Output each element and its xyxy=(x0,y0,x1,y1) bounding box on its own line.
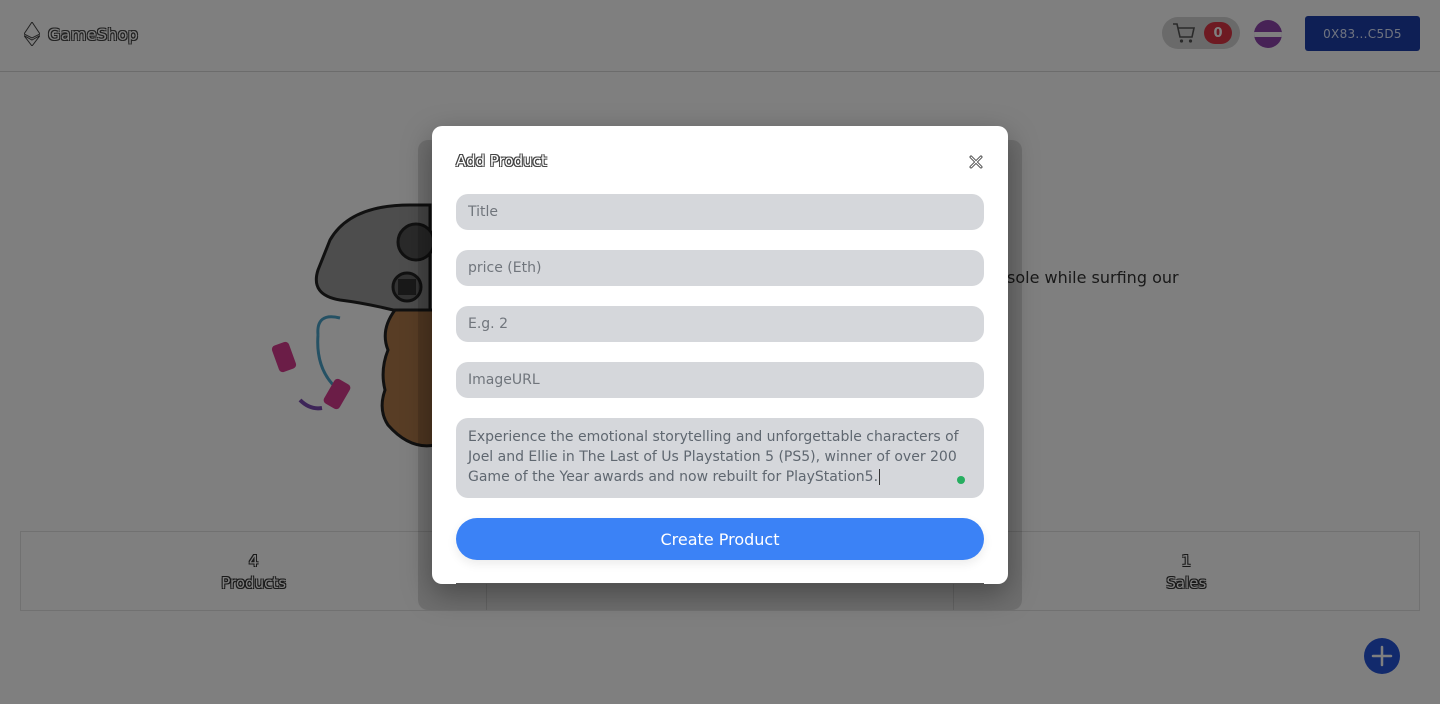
title-input[interactable] xyxy=(456,194,984,230)
description-textarea[interactable]: Experience the emotional storytelling an… xyxy=(456,418,984,498)
create-product-button[interactable]: Create Product xyxy=(456,518,984,560)
divider xyxy=(456,583,984,584)
description-text: Experience the emotional storytelling an… xyxy=(468,429,959,485)
price-input[interactable] xyxy=(456,250,984,286)
modal-title: Add Product xyxy=(456,152,547,170)
quantity-input[interactable] xyxy=(456,306,984,342)
close-button[interactable] xyxy=(966,152,986,172)
add-product-modal: Add Product Experience the emotional sto… xyxy=(432,126,1008,584)
close-icon xyxy=(969,155,983,169)
image-url-input[interactable] xyxy=(456,362,984,398)
grammar-status-indicator xyxy=(957,476,965,484)
